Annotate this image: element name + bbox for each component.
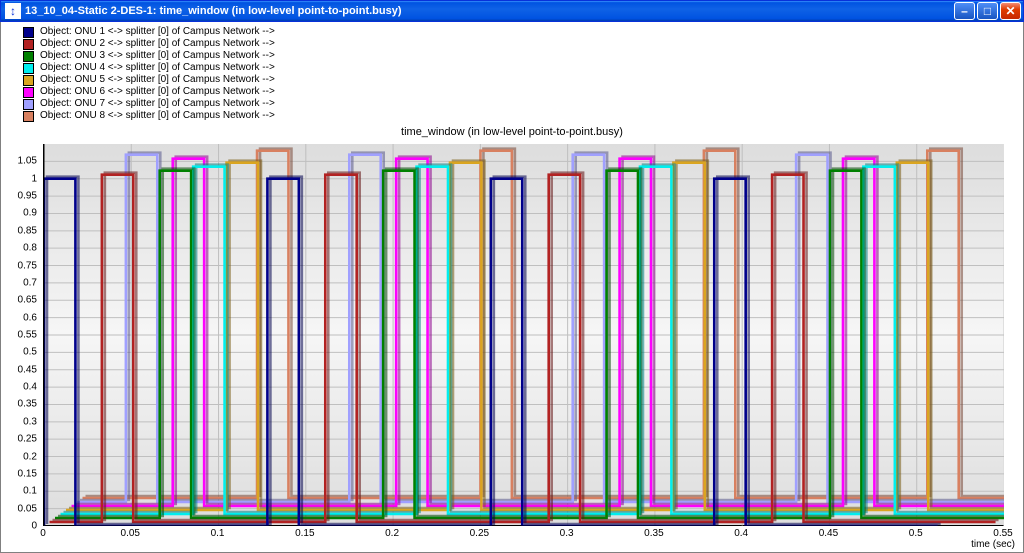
client-area: Object: ONU 1 <-> splitter [0] of Campus…	[0, 22, 1024, 553]
legend-swatch	[23, 87, 34, 98]
plot-svg	[44, 144, 1004, 526]
x-tick-label: 0.15	[295, 528, 314, 539]
legend-label: Object: ONU 7 <-> splitter [0] of Campus…	[40, 98, 275, 110]
legend-item[interactable]: Object: ONU 2 <-> splitter [0] of Campus…	[23, 38, 275, 50]
legend-label: Object: ONU 1 <-> splitter [0] of Campus…	[40, 26, 275, 38]
y-tick-label: 0.15	[18, 468, 37, 479]
y-tick-label: 0.9	[23, 208, 37, 219]
legend-label: Object: ONU 4 <-> splitter [0] of Campus…	[40, 62, 275, 74]
x-tick-label: 0.5	[909, 528, 923, 539]
legend-item[interactable]: Object: ONU 8 <-> splitter [0] of Campus…	[23, 110, 275, 122]
x-tick-label: 0.35	[644, 528, 663, 539]
y-tick-label: 0.35	[18, 399, 37, 410]
y-tick-label: 0.45	[18, 364, 37, 375]
window-title: 13_10_04-Static 2-DES-1: time_window (in…	[25, 5, 954, 17]
y-tick-label: 0.2	[23, 451, 37, 462]
legend-swatch	[23, 39, 34, 50]
x-tick-label: 0.2	[385, 528, 399, 539]
y-tick-label: 0.55	[18, 330, 37, 341]
y-tick-label: 1	[31, 173, 37, 184]
x-tick-label: 0.3	[560, 528, 574, 539]
x-tick-label: 0.45	[819, 528, 838, 539]
minimize-button[interactable]: –	[954, 2, 975, 20]
y-tick-label: 0.6	[23, 312, 37, 323]
y-tick-label: 0.05	[18, 503, 37, 514]
legend-swatch	[23, 75, 34, 86]
legend-label: Object: ONU 8 <-> splitter [0] of Campus…	[40, 110, 275, 122]
legend-label: Object: ONU 6 <-> splitter [0] of Campus…	[40, 86, 275, 98]
legend-item[interactable]: Object: ONU 5 <-> splitter [0] of Campus…	[23, 74, 275, 86]
y-axis-ticks: 00.050.10.150.20.250.30.350.40.450.50.55…	[1, 144, 41, 526]
legend-swatch	[23, 111, 34, 122]
x-tick-label: 0.1	[211, 528, 225, 539]
legend-swatch	[23, 99, 34, 110]
y-tick-label: 0.25	[18, 434, 37, 445]
legend-item[interactable]: Object: ONU 6 <-> splitter [0] of Campus…	[23, 86, 275, 98]
legend-label: Object: ONU 2 <-> splitter [0] of Campus…	[40, 38, 275, 50]
close-button[interactable]: ✕	[1000, 2, 1021, 20]
y-tick-label: 0.3	[23, 416, 37, 427]
y-tick-label: 1.05	[18, 156, 37, 167]
y-tick-label: 0.5	[23, 347, 37, 358]
y-tick-label: 0.95	[18, 191, 37, 202]
y-tick-label: 0.1	[23, 486, 37, 497]
legend-item[interactable]: Object: ONU 4 <-> splitter [0] of Campus…	[23, 62, 275, 74]
y-tick-label: 0	[31, 521, 37, 532]
y-tick-label: 0.8	[23, 243, 37, 254]
minimize-icon: –	[961, 5, 968, 17]
x-tick-label: 0.55	[993, 528, 1012, 539]
y-tick-label: 0.75	[18, 260, 37, 271]
plot-area[interactable]	[43, 144, 1003, 526]
legend-swatch	[23, 27, 34, 38]
x-axis-label: time (sec)	[971, 539, 1015, 550]
legend-item[interactable]: Object: ONU 7 <-> splitter [0] of Campus…	[23, 98, 275, 110]
legend-swatch	[23, 51, 34, 62]
x-tick-label: 0.25	[470, 528, 489, 539]
maximize-icon: □	[984, 5, 991, 17]
close-icon: ✕	[1005, 5, 1015, 17]
legend-label: Object: ONU 3 <-> splitter [0] of Campus…	[40, 50, 275, 62]
titlebar: ↕ 13_10_04-Static 2-DES-1: time_window (…	[0, 0, 1024, 22]
y-tick-label: 0.85	[18, 225, 37, 236]
x-tick-label: 0.4	[734, 528, 748, 539]
chart-title: time_window (in low-level point-to-point…	[1, 126, 1023, 138]
legend-swatch	[23, 63, 34, 74]
y-tick-label: 0.7	[23, 277, 37, 288]
legend-label: Object: ONU 5 <-> splitter [0] of Campus…	[40, 74, 275, 86]
maximize-button[interactable]: □	[977, 2, 998, 20]
legend: Object: ONU 1 <-> splitter [0] of Campus…	[23, 26, 275, 122]
y-tick-label: 0.4	[23, 382, 37, 393]
y-tick-label: 0.65	[18, 295, 37, 306]
x-tick-label: 0.05	[121, 528, 140, 539]
window-controls: – □ ✕	[954, 2, 1021, 20]
app-icon: ↕	[5, 3, 21, 19]
legend-item[interactable]: Object: ONU 1 <-> splitter [0] of Campus…	[23, 26, 275, 38]
x-tick-label: 0	[40, 528, 46, 539]
legend-item[interactable]: Object: ONU 3 <-> splitter [0] of Campus…	[23, 50, 275, 62]
